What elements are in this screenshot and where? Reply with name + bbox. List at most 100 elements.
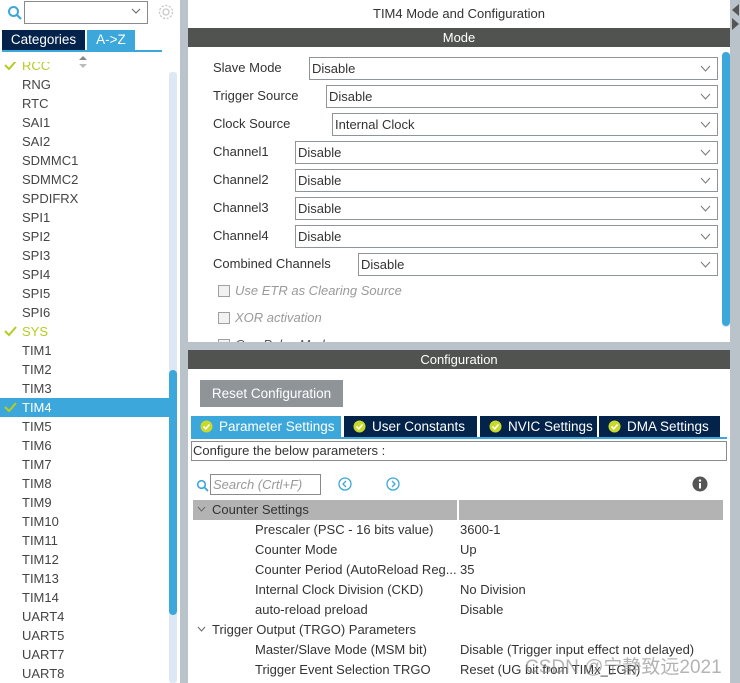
list-scrollbar-thumb[interactable]	[169, 370, 177, 615]
peripheral-item[interactable]: UART7	[0, 645, 170, 664]
peripheral-item[interactable]: TIM14	[0, 588, 170, 607]
peripheral-item[interactable]: TIM12	[0, 550, 170, 569]
mode-field-value: Disable	[361, 257, 405, 272]
config-tab[interactable]: DMA Settings	[599, 416, 720, 437]
peripheral-item[interactable]: RCC	[0, 62, 170, 75]
peripheral-item[interactable]: SPI6	[0, 303, 170, 322]
chevron-down-icon[interactable]	[131, 6, 141, 16]
tab-a-to-z[interactable]: A->Z	[87, 30, 135, 50]
peripheral-item[interactable]: SPI4	[0, 265, 170, 284]
mode-field-select[interactable]: Disable	[295, 225, 718, 248]
peripheral-panel: Categories A->Z RCC RNG RTC SAI1 SAI2 SDMMC1 S…	[0, 0, 180, 683]
peripheral-item[interactable]: SAI2	[0, 132, 170, 151]
parameter-row[interactable]: Internal Clock Division (CKD) No Division	[193, 580, 723, 600]
parameter-value[interactable]: 3600-1	[460, 520, 500, 540]
config-tab-underline	[191, 437, 727, 439]
mode-field-select[interactable]: Disable	[295, 141, 718, 164]
chevron-down-icon[interactable]	[700, 260, 711, 269]
config-tab-label: Parameter Settings	[219, 419, 335, 434]
peripheral-item-label: TIM6	[22, 438, 52, 453]
parameter-group-row[interactable]: Trigger Output (TRGO) Parameters	[193, 620, 723, 640]
chevron-down-icon[interactable]	[700, 92, 711, 101]
peripheral-item[interactable]: TIM5	[0, 417, 170, 436]
chevron-down-icon[interactable]	[197, 506, 206, 513]
search-icon[interactable]	[7, 5, 23, 21]
peripheral-item[interactable]: UART5	[0, 626, 170, 645]
chevron-down-icon[interactable]	[197, 626, 206, 633]
peripheral-item[interactable]: SPI2	[0, 227, 170, 246]
config-tab[interactable]: User Constants	[344, 416, 477, 437]
peripheral-item[interactable]: TIM7	[0, 455, 170, 474]
parameter-group-label: Counter Settings	[212, 502, 309, 517]
mode-field-label: Trigger Source	[213, 88, 299, 103]
parameter-search-input[interactable]: Search (Crtl+F)	[210, 474, 321, 495]
parameter-row[interactable]: auto-reload preload Disable	[193, 600, 723, 620]
peripheral-item[interactable]: SDMMC2	[0, 170, 170, 189]
chevron-down-icon[interactable]	[700, 232, 711, 241]
parameter-value[interactable]: No Division	[460, 580, 526, 600]
peripheral-item[interactable]: SPI5	[0, 284, 170, 303]
next-match-icon[interactable]	[386, 477, 400, 491]
peripheral-item[interactable]: SPDIFRX	[0, 189, 170, 208]
config-tab[interactable]: Parameter Settings	[191, 416, 341, 437]
peripheral-item[interactable]: TIM11	[0, 531, 170, 550]
peripheral-item[interactable]: TIM10	[0, 512, 170, 531]
mode-field-select[interactable]: Disable	[309, 57, 718, 80]
peripheral-item[interactable]: SPI3	[0, 246, 170, 265]
panel-splitter[interactable]	[180, 0, 188, 683]
previous-match-icon[interactable]	[338, 477, 352, 491]
parameter-name: Master/Slave Mode (MSM bit)	[255, 642, 427, 657]
chevron-down-icon[interactable]	[700, 148, 711, 157]
parameter-group-row[interactable]: Counter Settings	[193, 500, 723, 520]
configuration-header: Configuration	[188, 350, 730, 369]
parameter-row[interactable]: Counter Period (AutoReload Reg... 35	[193, 560, 723, 580]
peripheral-item[interactable]: UART8	[0, 664, 170, 683]
mode-field-select[interactable]: Disable	[295, 169, 718, 192]
peripheral-search-input[interactable]	[24, 1, 148, 24]
peripheral-item[interactable]: RTC	[0, 94, 170, 113]
peripheral-item[interactable]: TIM2	[0, 360, 170, 379]
checkbox[interactable]	[218, 285, 230, 297]
search-icon[interactable]	[196, 479, 209, 492]
chevron-down-icon[interactable]	[700, 120, 711, 129]
tab-categories[interactable]: Categories	[2, 30, 85, 50]
parameter-name: Counter Period (AutoReload Reg...	[255, 562, 457, 577]
peripheral-item[interactable]: TIM6	[0, 436, 170, 455]
collapse-arrows-icon[interactable]	[730, 2, 740, 32]
peripheral-item[interactable]: UART4	[0, 607, 170, 626]
info-icon[interactable]	[692, 476, 708, 492]
peripheral-item[interactable]: TIM9	[0, 493, 170, 512]
peripheral-item-label: SPI1	[22, 210, 51, 225]
chevron-down-icon[interactable]	[700, 204, 711, 213]
peripheral-item[interactable]: TIM13	[0, 569, 170, 588]
peripheral-item[interactable]: TIM3	[0, 379, 170, 398]
parameter-value[interactable]: 35	[460, 560, 474, 580]
parameter-row[interactable]: Prescaler (PSC - 16 bits value) 3600-1	[193, 520, 723, 540]
parameter-value[interactable]: Disable	[460, 600, 503, 620]
peripheral-item[interactable]: TIM1	[0, 341, 170, 360]
parameter-row[interactable]: Counter Mode Up	[193, 540, 723, 560]
outer-scrollbar[interactable]	[730, 0, 740, 683]
chevron-down-icon[interactable]	[700, 176, 711, 185]
peripheral-item[interactable]: SYS	[0, 322, 170, 341]
mode-field-select[interactable]: Internal Clock	[332, 113, 718, 136]
peripheral-item[interactable]: TIM4	[0, 398, 170, 417]
config-tab[interactable]: NVIC Settings	[480, 416, 597, 437]
peripheral-item-label: TIM14	[22, 590, 59, 605]
peripheral-item-label: TIM5	[22, 419, 52, 434]
gear-icon[interactable]	[157, 3, 175, 21]
peripheral-item[interactable]: SPI1	[0, 208, 170, 227]
peripheral-item[interactable]: SAI1	[0, 113, 170, 132]
peripheral-item[interactable]: SDMMC1	[0, 151, 170, 170]
checkbox[interactable]	[218, 312, 230, 324]
peripheral-item[interactable]: TIM8	[0, 474, 170, 493]
section-splitter[interactable]	[188, 342, 730, 350]
parameter-value[interactable]: Up	[460, 540, 477, 560]
mode-field-select[interactable]: Disable	[295, 197, 718, 220]
mode-field-select[interactable]: Disable	[358, 253, 718, 276]
chevron-down-icon[interactable]	[700, 64, 711, 73]
mode-scrollbar-thumb[interactable]	[722, 52, 730, 326]
mode-field-select[interactable]: Disable	[326, 85, 718, 108]
reset-configuration-button[interactable]: Reset Configuration	[200, 380, 343, 407]
peripheral-item[interactable]: RNG	[0, 75, 170, 94]
